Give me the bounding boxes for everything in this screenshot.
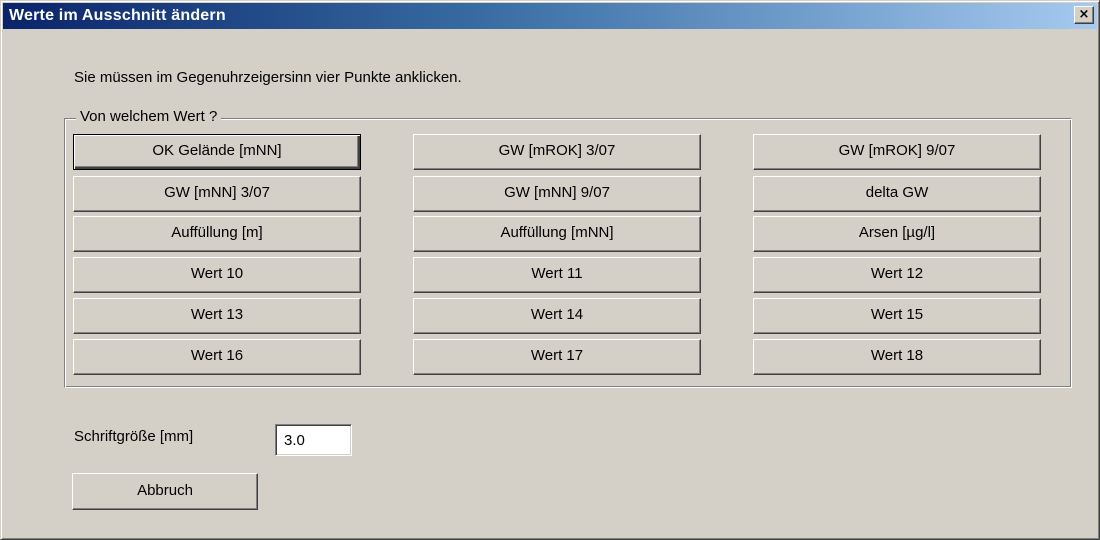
- window-title: Werte im Ausschnitt ändern: [9, 7, 226, 24]
- value-button-wert-18[interactable]: Wert 18: [753, 339, 1041, 375]
- font-size-label: Schriftgröße [mm]: [74, 428, 194, 445]
- value-button-arsen[interactable]: Arsen [µg/l]: [753, 216, 1041, 252]
- value-button-ok-gelaende[interactable]: OK Gelände [mNN]: [73, 134, 361, 170]
- value-button-delta-gw[interactable]: delta GW: [753, 176, 1041, 212]
- title-bar[interactable]: Werte im Ausschnitt ändern ×: [3, 3, 1097, 29]
- value-button-wert-15[interactable]: Wert 15: [753, 298, 1041, 334]
- value-button-gw-mrok-9-07[interactable]: GW [mROK] 9/07: [753, 134, 1041, 170]
- close-icon: ×: [1078, 7, 1090, 22]
- value-button-auffuellung-m[interactable]: Auffüllung [m]: [73, 216, 361, 252]
- value-button-wert-16[interactable]: Wert 16: [73, 339, 361, 375]
- value-button-wert-11[interactable]: Wert 11: [413, 257, 701, 293]
- value-button-wert-17[interactable]: Wert 17: [413, 339, 701, 375]
- value-button-wert-14[interactable]: Wert 14: [413, 298, 701, 334]
- value-button-wert-10[interactable]: Wert 10: [73, 257, 361, 293]
- value-button-gw-mnn-3-07[interactable]: GW [mNN] 3/07: [73, 176, 361, 212]
- instruction-text: Sie müssen im Gegenuhrzeigersinn vier Pu…: [74, 69, 462, 86]
- value-button-wert-13[interactable]: Wert 13: [73, 298, 361, 334]
- dialog-window: Werte im Ausschnitt ändern × Sie müssen …: [0, 0, 1100, 540]
- value-button-auffuellung-mnn[interactable]: Auffüllung [mNN]: [413, 216, 701, 252]
- groupbox-legend: Von welchem Wert ?: [76, 108, 222, 125]
- value-button-wert-12[interactable]: Wert 12: [753, 257, 1041, 293]
- cancel-button[interactable]: Abbruch: [72, 473, 258, 510]
- value-button-gw-mnn-9-07[interactable]: GW [mNN] 9/07: [413, 176, 701, 212]
- font-size-input[interactable]: [275, 424, 352, 456]
- value-button-gw-mrok-3-07[interactable]: GW [mROK] 3/07: [413, 134, 701, 170]
- close-button[interactable]: ×: [1074, 6, 1094, 24]
